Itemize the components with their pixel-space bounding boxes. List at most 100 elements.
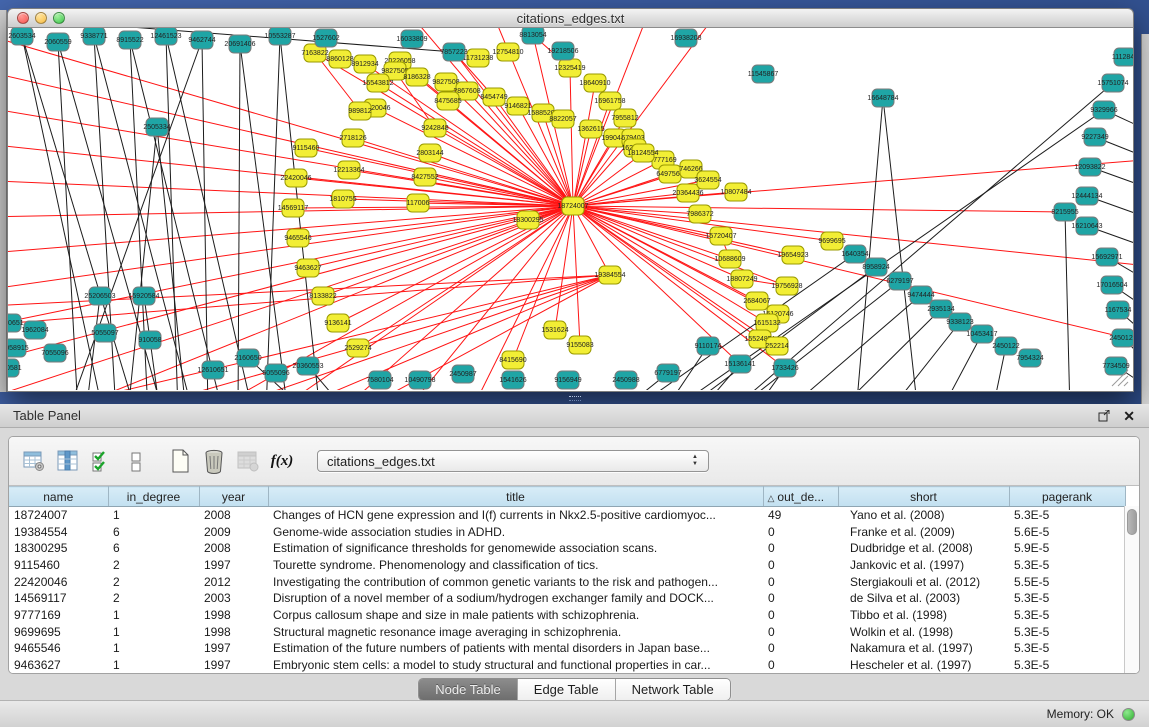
graph-node[interactable]: 1531624 bbox=[541, 321, 568, 339]
graph-node[interactable]: 15920584 bbox=[128, 287, 159, 305]
tab-node-table[interactable]: Node Table bbox=[419, 679, 518, 700]
graph-node[interactable]: 9058915 bbox=[8, 339, 29, 357]
table-row[interactable]: 946554611997Estimation of the future num… bbox=[9, 640, 1125, 657]
graph-node[interactable]: 7986372 bbox=[686, 205, 713, 223]
graph-node[interactable]: 16648784 bbox=[867, 89, 898, 107]
graph-node[interactable]: 8415690 bbox=[499, 351, 526, 369]
graph-node[interactable]: 12093822 bbox=[1074, 158, 1105, 176]
graph-node[interactable]: 12444134 bbox=[1071, 187, 1102, 205]
tab-network-table[interactable]: Network Table bbox=[616, 679, 730, 700]
graph-node[interactable]: 2529274 bbox=[344, 339, 371, 357]
graph-node[interactable]: 2603534 bbox=[8, 28, 35, 45]
graph-node[interactable]: 1541626 bbox=[499, 371, 526, 389]
graph-node[interactable]: 9462744 bbox=[188, 31, 215, 49]
graph-node[interactable]: 7954324 bbox=[1016, 349, 1043, 367]
column-header-short[interactable]: short bbox=[838, 487, 1009, 507]
graph-node[interactable]: 8427552 bbox=[411, 168, 438, 186]
graph-node[interactable]: 2684067 bbox=[743, 292, 770, 310]
network-canvas[interactable]: 1872400771638228860128891293420226058982… bbox=[7, 28, 1134, 392]
select-all-button[interactable] bbox=[87, 446, 117, 476]
delete-table-button[interactable] bbox=[199, 446, 229, 476]
graph-node[interactable]: 6779197 bbox=[654, 364, 681, 382]
graph-node[interactable]: 16543812 bbox=[362, 74, 393, 92]
graph-node[interactable]: 1167534 bbox=[1105, 301, 1132, 319]
graph-node[interactable]: 9242848 bbox=[421, 119, 448, 137]
deselect-all-button[interactable] bbox=[121, 446, 151, 476]
table-row[interactable]: 1872400712008Changes of HCN gene express… bbox=[9, 507, 1125, 524]
graph-node[interactable]: 10453417 bbox=[966, 325, 997, 343]
graph-node[interactable]: 12610651 bbox=[197, 361, 228, 379]
graph-node[interactable]: 20360553 bbox=[292, 357, 323, 375]
scrollbar-thumb[interactable] bbox=[1127, 509, 1137, 535]
graph-node[interactable]: 1962084 bbox=[21, 321, 48, 339]
graph-node[interactable]: 15136141 bbox=[724, 355, 755, 373]
graph-node[interactable]: 9155083 bbox=[566, 336, 593, 354]
graph-node[interactable]: 8813054 bbox=[519, 28, 546, 44]
column-header-out_de[interactable]: △out_de... bbox=[763, 487, 838, 507]
graph-node[interactable]: 11545867 bbox=[748, 65, 779, 83]
graph-node[interactable]: 2450123 bbox=[1109, 329, 1133, 347]
graph-node[interactable]: 1733426 bbox=[771, 359, 798, 377]
column-header-title[interactable]: title bbox=[268, 487, 763, 507]
graph-node[interactable]: 1640354 bbox=[841, 245, 868, 263]
graph-node[interactable]: 2450122 bbox=[992, 337, 1019, 355]
graph-node[interactable]: 19384554 bbox=[594, 266, 625, 284]
graph-node[interactable]: 9465546 bbox=[284, 229, 311, 247]
graph-node[interactable]: 2505334 bbox=[143, 118, 170, 136]
graph-node[interactable]: 9338123 bbox=[946, 313, 973, 331]
graph-node[interactable]: 6279197 bbox=[886, 272, 913, 290]
graph-node[interactable]: 12754810 bbox=[492, 43, 523, 61]
graph-node[interactable]: 17016504 bbox=[1096, 276, 1127, 294]
table-vertical-scrollbar[interactable] bbox=[1124, 506, 1139, 674]
table-row[interactable]: 977716911998Corpus callosum shape and si… bbox=[9, 607, 1125, 624]
panel-splitter-handle[interactable] bbox=[569, 396, 581, 401]
graph-node[interactable]: 9110174 bbox=[695, 337, 722, 355]
graph-node[interactable]: 5055097 bbox=[91, 324, 118, 342]
new-table-button[interactable] bbox=[165, 446, 195, 476]
table-row[interactable]: 2242004622012Investigating the contribut… bbox=[9, 573, 1125, 590]
graph-node[interactable]: 16210643 bbox=[1071, 217, 1102, 235]
table-row[interactable]: 1456911722003Disruption of a novel membe… bbox=[9, 590, 1125, 607]
graph-node[interactable]: 1527602 bbox=[312, 29, 339, 47]
table-selector-dropdown[interactable]: citations_edges.txt ▲▼ bbox=[317, 450, 709, 472]
graph-node[interactable]: 10807484 bbox=[720, 183, 751, 201]
graph-node[interactable]: 9463627 bbox=[294, 259, 321, 277]
graph-node[interactable]: 2803144 bbox=[416, 144, 443, 162]
graph-node[interactable]: 18807249 bbox=[726, 270, 757, 288]
graph-node[interactable]: 9227349 bbox=[1081, 128, 1108, 146]
graph-node[interactable]: 16033809 bbox=[396, 30, 427, 48]
graph-node[interactable]: 5055096 bbox=[262, 364, 289, 382]
graph-node[interactable]: 9156949 bbox=[554, 371, 581, 389]
graph-node[interactable]: 3624554 bbox=[694, 171, 721, 189]
table-row[interactable]: 911546021997Tourette syndrome. Phenomeno… bbox=[9, 557, 1125, 574]
graph-node[interactable]: 8822057 bbox=[549, 110, 576, 128]
graph-node[interactable]: 18724007 bbox=[557, 197, 588, 215]
graph-node[interactable]: 19218506 bbox=[547, 42, 578, 60]
graph-node[interactable]: 8215955 bbox=[1051, 203, 1078, 221]
graph-node[interactable]: 9115460 bbox=[293, 139, 320, 157]
graph-node[interactable]: 19756928 bbox=[771, 277, 802, 295]
graph-node[interactable]: 18640910 bbox=[579, 74, 610, 92]
graph-node[interactable]: 10553287 bbox=[264, 28, 295, 45]
graph-node[interactable]: 2160650 bbox=[234, 349, 261, 367]
table-settings-button[interactable] bbox=[19, 446, 49, 476]
graph-node[interactable]: 12213364 bbox=[333, 161, 364, 179]
graph-node[interactable]: 18300295 bbox=[512, 211, 543, 229]
graph-node[interactable]: 9474444 bbox=[907, 286, 934, 304]
graph-node[interactable]: 8958924 bbox=[862, 258, 889, 276]
graph-node[interactable]: 8915522 bbox=[116, 31, 143, 49]
graph-node[interactable]: 1810755 bbox=[329, 190, 356, 208]
graph-node[interactable]: 15720407 bbox=[705, 227, 736, 245]
graph-node[interactable]: 2718126 bbox=[339, 129, 366, 147]
graph-node[interactable]: 15692971 bbox=[1091, 248, 1122, 266]
column-header-year[interactable]: year bbox=[199, 487, 268, 507]
table-row[interactable]: 1830029562008Estimation of significance … bbox=[9, 540, 1125, 557]
table-row[interactable]: 946362711997Embryonic stem cells: a mode… bbox=[9, 657, 1125, 674]
graph-node[interactable]: 12461523 bbox=[150, 28, 181, 45]
graph-node[interactable]: 9699695 bbox=[818, 232, 845, 250]
float-panel-icon[interactable] bbox=[1098, 410, 1111, 422]
graph-node[interactable]: 9338771 bbox=[80, 28, 107, 45]
graph-node[interactable]: 10490798 bbox=[404, 371, 435, 389]
graph-node[interactable]: 15751074 bbox=[1097, 74, 1128, 92]
table-row[interactable]: 969969511998Structural magnetic resonanc… bbox=[9, 623, 1125, 640]
